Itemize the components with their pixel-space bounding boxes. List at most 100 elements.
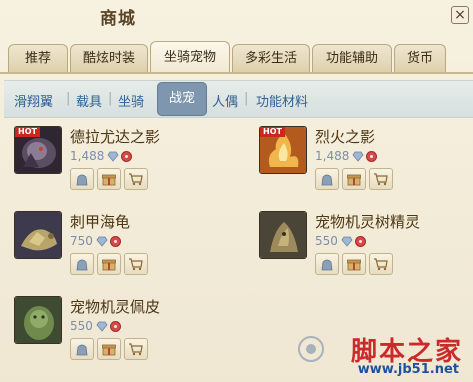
- watermark-url: www.jb51.net: [357, 362, 459, 377]
- tab-life[interactable]: 多彩生活: [232, 44, 310, 72]
- item-thumbnail[interactable]: [259, 211, 307, 259]
- gem-icon: [341, 236, 353, 247]
- add-to-cart-button[interactable]: [369, 168, 393, 190]
- gift-icon: [347, 259, 361, 271]
- add-to-bag-button[interactable]: [70, 168, 94, 190]
- item-name: 德拉尤达之影: [70, 128, 161, 146]
- item-thumbnail[interactable]: [14, 211, 62, 259]
- add-to-cart-button[interactable]: [124, 338, 148, 360]
- item-price: 1,488: [70, 149, 105, 163]
- shop-item[interactable]: HOT 烈火之影 1,488: [259, 126, 473, 206]
- shop-item[interactable]: 刺甲海龟 750: [14, 211, 234, 291]
- gift-icon: [347, 174, 361, 186]
- price-row: 1,488: [315, 148, 378, 164]
- subnav-battle-pet[interactable]: 战宠: [157, 82, 207, 116]
- price-row: 1,488: [70, 148, 133, 164]
- cart-icon: [129, 258, 143, 271]
- item-name: 刺甲海龟: [70, 213, 131, 231]
- tab-mounts-pets[interactable]: 坐骑宠物: [150, 41, 230, 72]
- hot-badge: HOT: [260, 127, 285, 137]
- tab-bar: 推荐 酷炫时装 坐骑宠物 多彩生活 功能辅助 货币: [8, 41, 448, 72]
- item-actions: [70, 253, 151, 275]
- gift-icon: [102, 344, 116, 356]
- shop-window: 商城 × 推荐 酷炫时装 坐骑宠物 多彩生活 功能辅助 货币 滑翔翼 | 载具 …: [0, 0, 473, 382]
- gift-icon: [102, 174, 116, 186]
- item-actions: [70, 338, 151, 360]
- tab-currency[interactable]: 货币: [394, 44, 446, 72]
- gift-button[interactable]: [342, 168, 366, 190]
- coupon-icon: [366, 150, 378, 162]
- bag-icon: [321, 259, 333, 271]
- bag-icon: [76, 344, 88, 356]
- price-row: 550: [70, 318, 121, 334]
- shop-item[interactable]: 宠物机灵佩皮 550: [14, 296, 234, 376]
- subnav-doll[interactable]: 人偶: [212, 91, 238, 110]
- add-to-bag-button[interactable]: [315, 253, 339, 275]
- tab-recommend[interactable]: 推荐: [8, 44, 68, 72]
- add-to-bag-button[interactable]: [70, 253, 94, 275]
- title-bar: 商城 ×: [0, 0, 473, 40]
- item-actions: [315, 253, 396, 275]
- bag-icon: [76, 259, 88, 271]
- item-price: 750: [70, 234, 93, 248]
- coupon-icon: [109, 320, 121, 332]
- item-price: 1,488: [315, 149, 350, 163]
- tree-spirit-image: [260, 212, 306, 258]
- gift-button[interactable]: [97, 338, 121, 360]
- add-to-bag-button[interactable]: [70, 338, 94, 360]
- close-icon: ×: [454, 7, 466, 23]
- subnav-mount[interactable]: 坐骑: [118, 91, 144, 110]
- shop-item[interactable]: HOT 德拉尤达之影 1,488: [14, 126, 234, 206]
- coupon-icon: [354, 235, 366, 247]
- tab-utility[interactable]: 功能辅助: [312, 44, 392, 72]
- item-name: 宠物机灵树精灵: [315, 213, 421, 231]
- subnav-glider[interactable]: 滑翔翼: [14, 91, 53, 110]
- shop-item[interactable]: 宠物机灵树精灵 550: [259, 211, 473, 291]
- item-thumbnail[interactable]: [14, 296, 62, 344]
- coupon-icon: [109, 235, 121, 247]
- bag-icon: [76, 174, 88, 186]
- add-to-bag-button[interactable]: [315, 168, 339, 190]
- tab-fashion[interactable]: 酷炫时装: [70, 44, 148, 72]
- cart-icon: [129, 343, 143, 356]
- pepi-spirit-image: [15, 297, 61, 343]
- add-to-cart-button[interactable]: [124, 168, 148, 190]
- subcategory-bar: 滑翔翼 | 载具 | 坐骑 战宠 人偶 | 功能材料: [4, 80, 473, 118]
- item-name: 烈火之影: [315, 128, 376, 146]
- tabs-divider: [0, 72, 473, 74]
- sea-turtle-image: [15, 212, 61, 258]
- price-row: 750: [70, 233, 121, 249]
- gift-button[interactable]: [97, 253, 121, 275]
- subnav-separator: |: [244, 91, 249, 106]
- item-name: 宠物机灵佩皮: [70, 298, 161, 316]
- item-thumbnail[interactable]: HOT: [259, 126, 307, 174]
- gem-icon: [107, 151, 119, 162]
- cart-icon: [374, 173, 388, 186]
- gift-button[interactable]: [97, 168, 121, 190]
- item-price: 550: [315, 234, 338, 248]
- item-actions: [315, 168, 396, 190]
- hot-badge: HOT: [15, 127, 40, 137]
- gem-icon: [352, 151, 364, 162]
- gem-icon: [96, 236, 108, 247]
- cart-icon: [374, 258, 388, 271]
- price-row: 550: [315, 233, 366, 249]
- item-thumbnail[interactable]: HOT: [14, 126, 62, 174]
- close-button[interactable]: ×: [451, 6, 469, 24]
- item-actions: [70, 168, 151, 190]
- subnav-separator: |: [66, 91, 71, 106]
- gem-icon: [96, 321, 108, 332]
- cart-icon: [129, 173, 143, 186]
- gift-icon: [102, 259, 116, 271]
- subnav-vehicle[interactable]: 载具: [76, 91, 102, 110]
- add-to-cart-button[interactable]: [369, 253, 393, 275]
- subnav-separator: |: [108, 91, 113, 106]
- add-to-cart-button[interactable]: [124, 253, 148, 275]
- watermark-logo-icon: [298, 336, 324, 362]
- subnav-materials[interactable]: 功能材料: [256, 91, 308, 110]
- window-title: 商城: [100, 9, 136, 29]
- item-price: 550: [70, 319, 93, 333]
- gift-button[interactable]: [342, 253, 366, 275]
- coupon-icon: [121, 150, 133, 162]
- bag-icon: [321, 174, 333, 186]
